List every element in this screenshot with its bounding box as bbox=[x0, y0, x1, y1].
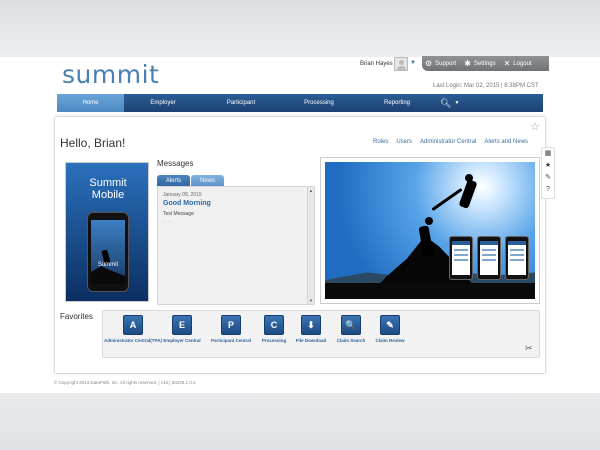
claim-review-icon: ✎ bbox=[380, 315, 400, 335]
support-link[interactable]: ⚙ Support bbox=[425, 58, 457, 68]
messages-panel: January 08, 2015 Good Morning Test Messa… bbox=[157, 186, 315, 305]
fav-claim-review[interactable]: ✎ Claim Review bbox=[360, 315, 420, 343]
search-icon: 🔍︎ bbox=[440, 97, 452, 108]
download-icon: ⬇ bbox=[301, 315, 321, 335]
phone-image: Summit bbox=[87, 212, 129, 292]
message-title[interactable]: Good Morning bbox=[163, 200, 211, 207]
messages-heading: Messages bbox=[157, 159, 194, 168]
utility-bar: ⚙ Support ✱ Settings ✕ Logout bbox=[422, 56, 549, 71]
mobile-line bbox=[510, 249, 524, 251]
mobile-header-3 bbox=[508, 241, 526, 245]
avatar-head bbox=[399, 60, 404, 65]
page-title: Hello, Brian! bbox=[60, 136, 126, 150]
user-menu-caret-icon[interactable]: ▼ bbox=[410, 60, 416, 66]
link-roles[interactable]: Roles bbox=[373, 139, 388, 145]
phone-text: Summit bbox=[97, 262, 119, 268]
tab-news[interactable]: News bbox=[191, 175, 224, 186]
fav-label: Claim Review bbox=[375, 338, 405, 343]
chevron-down-icon: ▼ bbox=[454, 100, 460, 106]
summit-mobile-promo[interactable]: Summit Mobile Summit bbox=[65, 162, 149, 302]
mobile-line bbox=[510, 259, 524, 261]
favorite-star-icon[interactable]: ☆ bbox=[530, 120, 540, 133]
messages-scrollbar[interactable]: ▲ ▼ bbox=[307, 187, 314, 304]
settings-label: Settings bbox=[473, 60, 496, 67]
top-band bbox=[0, 0, 600, 57]
close-icon: ✕ bbox=[503, 58, 511, 68]
phone-screen: Summit bbox=[91, 220, 125, 284]
mobile-screen-2 bbox=[480, 241, 498, 275]
mobile-line bbox=[510, 254, 524, 256]
promo-title: Summit Mobile bbox=[66, 177, 150, 201]
mobile-line bbox=[482, 249, 496, 251]
administrator-central-icon: A bbox=[123, 315, 143, 335]
employer-central-icon: E bbox=[172, 315, 192, 335]
calendar-icon[interactable]: ▦ bbox=[545, 148, 552, 160]
participant-central-icon: P bbox=[221, 315, 241, 335]
tab-alerts[interactable]: Alerts bbox=[157, 175, 190, 186]
climber-bottom-head bbox=[425, 217, 433, 225]
logout-label: Logout bbox=[513, 60, 532, 67]
favorites-strip: A Administrator Central(TPA) E Employer … bbox=[102, 310, 540, 358]
promo-title-line-2: Mobile bbox=[91, 189, 125, 201]
avatar-body bbox=[397, 66, 406, 71]
climber-top bbox=[458, 179, 478, 209]
mobile-line bbox=[482, 259, 496, 261]
settings-link[interactable]: ✱ Settings bbox=[464, 58, 496, 68]
mobile-screenshot-1 bbox=[449, 236, 473, 280]
link-administrator-central[interactable]: Administrator Central bbox=[420, 139, 476, 145]
customize-tools-icon[interactable]: ✂ bbox=[525, 343, 533, 354]
helping-arm bbox=[431, 187, 463, 212]
messages-tabs: Alerts News bbox=[157, 175, 225, 186]
scroll-up-icon[interactable]: ▲ bbox=[309, 188, 313, 193]
bottom-band bbox=[0, 393, 600, 450]
tag-icon[interactable]: ✎ bbox=[545, 172, 551, 184]
link-alerts-and-news[interactable]: Alerts and News bbox=[484, 139, 528, 145]
support-icon: ⚙ bbox=[425, 58, 433, 68]
tab-processing[interactable]: Processing bbox=[280, 94, 358, 112]
avatar[interactable] bbox=[394, 57, 408, 71]
link-users[interactable]: Users bbox=[396, 139, 412, 145]
mobile-line bbox=[482, 254, 496, 256]
mobile-screenshot-3 bbox=[505, 236, 529, 280]
gear-icon: ✱ bbox=[464, 58, 471, 68]
hero-banner[interactable] bbox=[320, 157, 540, 304]
star-icon[interactable]: ★ bbox=[545, 160, 551, 172]
mobile-line bbox=[454, 254, 468, 256]
tab-employer[interactable]: Employer bbox=[124, 94, 202, 112]
favorites-heading: Favorites bbox=[60, 312, 93, 321]
last-login: Last Login: Mar 02, 2015 | 8:38PM CST bbox=[433, 83, 539, 89]
summit-logo[interactable]: summit bbox=[62, 60, 159, 89]
mobile-screen-1 bbox=[452, 241, 470, 275]
mobile-header-2 bbox=[480, 241, 498, 245]
mobile-line bbox=[454, 259, 468, 261]
nav-search[interactable]: 🔍︎ ▼ bbox=[440, 94, 459, 112]
tab-participant[interactable]: Participant bbox=[202, 94, 280, 112]
mobile-line bbox=[454, 249, 468, 251]
message-date: January 08, 2015 bbox=[163, 192, 202, 198]
scroll-down-icon[interactable]: ▼ bbox=[309, 298, 313, 303]
side-toolbar: ▦ ★ ✎ ? bbox=[541, 147, 555, 199]
logout-link[interactable]: ✕ Logout bbox=[503, 58, 532, 68]
help-icon[interactable]: ? bbox=[546, 184, 550, 196]
mobile-header-1 bbox=[452, 241, 470, 245]
tab-reporting[interactable]: Reporting bbox=[358, 94, 436, 112]
main-nav: Home Employer Participant Processing Rep… bbox=[57, 94, 543, 112]
support-label: Support bbox=[435, 60, 457, 67]
mobile-screen-3 bbox=[508, 241, 526, 275]
hero-sky bbox=[325, 162, 535, 299]
claim-search-icon: 🔍 bbox=[341, 315, 361, 335]
hero-ground bbox=[325, 283, 535, 299]
tab-home[interactable]: Home bbox=[57, 94, 124, 112]
promo-title-line-1: Summit bbox=[89, 177, 127, 189]
user-name: Brian Hayes bbox=[360, 61, 393, 67]
footer-copyright: © Copyright 2014 DataPath, Inc. All righ… bbox=[54, 380, 196, 385]
message-more: — — bbox=[163, 218, 173, 223]
quick-links: Roles Users Administrator Central Alerts… bbox=[373, 139, 536, 145]
mobile-screenshot-2 bbox=[477, 236, 501, 280]
message-body: Test Message bbox=[163, 211, 194, 217]
